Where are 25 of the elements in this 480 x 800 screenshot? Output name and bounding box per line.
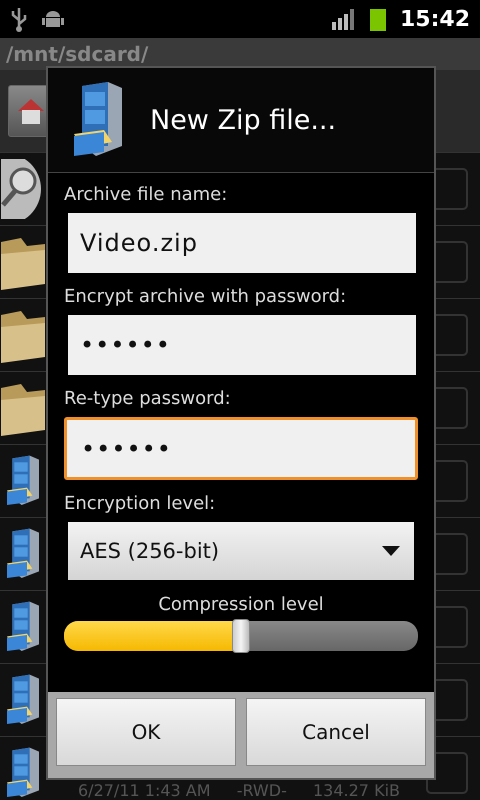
battery-icon <box>370 7 386 31</box>
input-field[interactable]: Video.zip <box>68 213 416 273</box>
usb-icon <box>10 6 28 32</box>
ok-button[interactable]: OK <box>56 698 236 766</box>
input-field[interactable]: •••••• <box>64 417 418 480</box>
signal-icon <box>332 8 356 30</box>
input-field[interactable]: •••••• <box>68 315 416 375</box>
house-icon <box>16 97 46 125</box>
clock-time: 15:42 <box>400 6 470 32</box>
dropdown-arrow-icon <box>382 546 400 556</box>
compression-slider[interactable] <box>64 621 418 651</box>
cancel-button[interactable]: Cancel <box>246 698 426 766</box>
file-permissions: -RWD- <box>236 781 287 800</box>
field-label: Archive file name: <box>64 183 228 207</box>
slider-thumb[interactable] <box>232 619 250 653</box>
field-label: Encrypt archive with password: <box>64 285 348 309</box>
field-label: Encryption level: <box>64 492 216 516</box>
encryption-dropdown[interactable]: AES (256-bit) <box>68 522 414 580</box>
path-text: /mnt/sdcard/ <box>6 42 148 66</box>
slider-label: Compression level <box>158 594 324 615</box>
dialog-title: New Zip file... <box>150 104 336 136</box>
field-label: Re-type password: <box>64 387 232 411</box>
file-size: 134.27 KiB <box>313 781 400 800</box>
android-robot-icon <box>42 8 64 30</box>
file-date: 6/27/11 1:43 AM <box>78 781 211 800</box>
